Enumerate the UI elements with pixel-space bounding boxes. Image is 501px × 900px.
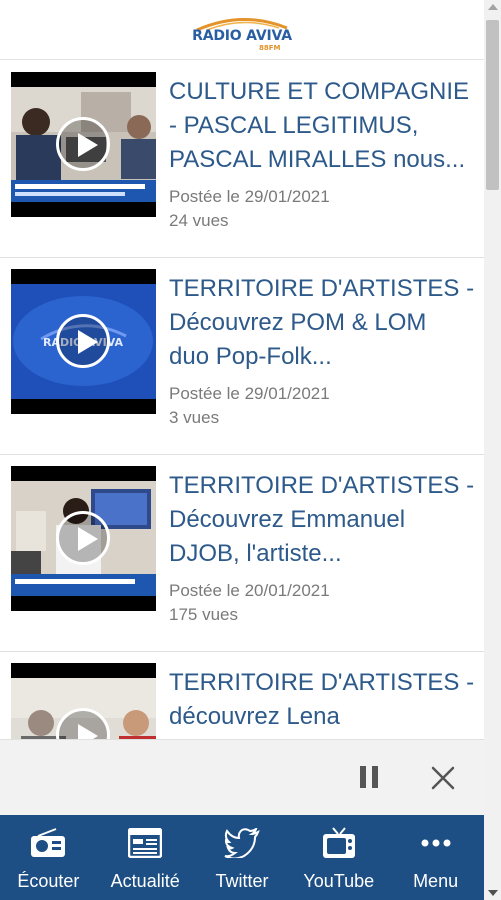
logo-frequency: 88FM <box>259 43 281 52</box>
tab-label: Actualité <box>110 871 180 891</box>
video-views: 3 vues <box>169 408 220 427</box>
scrollbar-thumb[interactable] <box>486 20 499 190</box>
tab-youtube[interactable]: YouTube <box>290 815 387 900</box>
video-item[interactable]: RADIO AVIVA TERRITOIRE D'ARTISTES - Déco… <box>0 258 484 455</box>
video-item[interactable]: CULTURE ET COMPAGNIE - PASCAL LEGITIMUS,… <box>0 61 484 258</box>
video-title[interactable]: TERRITOIRE D'ARTISTES - découvrez Lena <box>169 666 481 734</box>
video-views: 24 vues <box>169 211 229 230</box>
video-title[interactable]: CULTURE ET COMPAGNIE - PASCAL LEGITIMUS,… <box>169 75 481 177</box>
radio-aviva-logo[interactable]: RADIO AVIVA 88FM <box>187 8 297 52</box>
play-icon <box>56 117 110 171</box>
bottom-tab-bar: Écouter Actualité Twitter YouTube Menu <box>0 815 484 900</box>
tab-twitter[interactable]: Twitter <box>194 815 291 900</box>
logo-text: RADIO AVIVA <box>192 27 292 44</box>
scrollbar[interactable] <box>484 0 501 900</box>
tv-icon <box>319 825 359 861</box>
app-header: RADIO AVIVA 88FM <box>0 0 484 60</box>
twitter-icon <box>222 825 262 861</box>
video-thumbnail[interactable] <box>11 72 156 217</box>
play-icon <box>56 314 110 368</box>
audio-player-bar <box>0 739 484 815</box>
video-date: Postée le 29/01/2021 <box>169 384 330 403</box>
tab-actualite[interactable]: Actualité <box>97 815 194 900</box>
radio-icon <box>28 825 68 861</box>
pause-icon[interactable] <box>356 766 384 792</box>
video-list: CULTURE ET COMPAGNIE - PASCAL LEGITIMUS,… <box>0 61 484 739</box>
tab-ecouter[interactable]: Écouter <box>0 815 97 900</box>
tab-label: Écouter <box>17 871 80 891</box>
more-icon <box>416 825 456 861</box>
video-item[interactable]: TERRITOIRE D'ARTISTES - découvrez Lena <box>0 652 484 739</box>
tab-label: YouTube <box>303 871 375 891</box>
tab-label: Menu <box>413 871 459 891</box>
video-views: 175 vues <box>169 605 238 624</box>
tab-menu[interactable]: Menu <box>387 815 484 900</box>
video-date: Postée le 29/01/2021 <box>169 187 330 206</box>
video-item[interactable]: TERRITOIRE D'ARTISTES - Découvrez Emmanu… <box>0 455 484 652</box>
video-title[interactable]: TERRITOIRE D'ARTISTES - Découvrez POM & … <box>169 272 481 374</box>
video-thumbnail[interactable]: RADIO AVIVA <box>11 269 156 414</box>
scroll-up-arrow-icon[interactable] <box>488 4 498 10</box>
news-icon <box>125 825 165 861</box>
video-thumbnail[interactable] <box>11 663 156 739</box>
play-icon <box>56 511 110 565</box>
close-icon[interactable] <box>429 764 457 792</box>
video-date: Postée le 20/01/2021 <box>169 581 330 600</box>
tab-label: Twitter <box>215 871 269 891</box>
scroll-down-arrow-icon[interactable] <box>488 890 498 896</box>
video-thumbnail[interactable] <box>11 466 156 611</box>
video-title[interactable]: TERRITOIRE D'ARTISTES - Découvrez Emmanu… <box>169 469 481 571</box>
